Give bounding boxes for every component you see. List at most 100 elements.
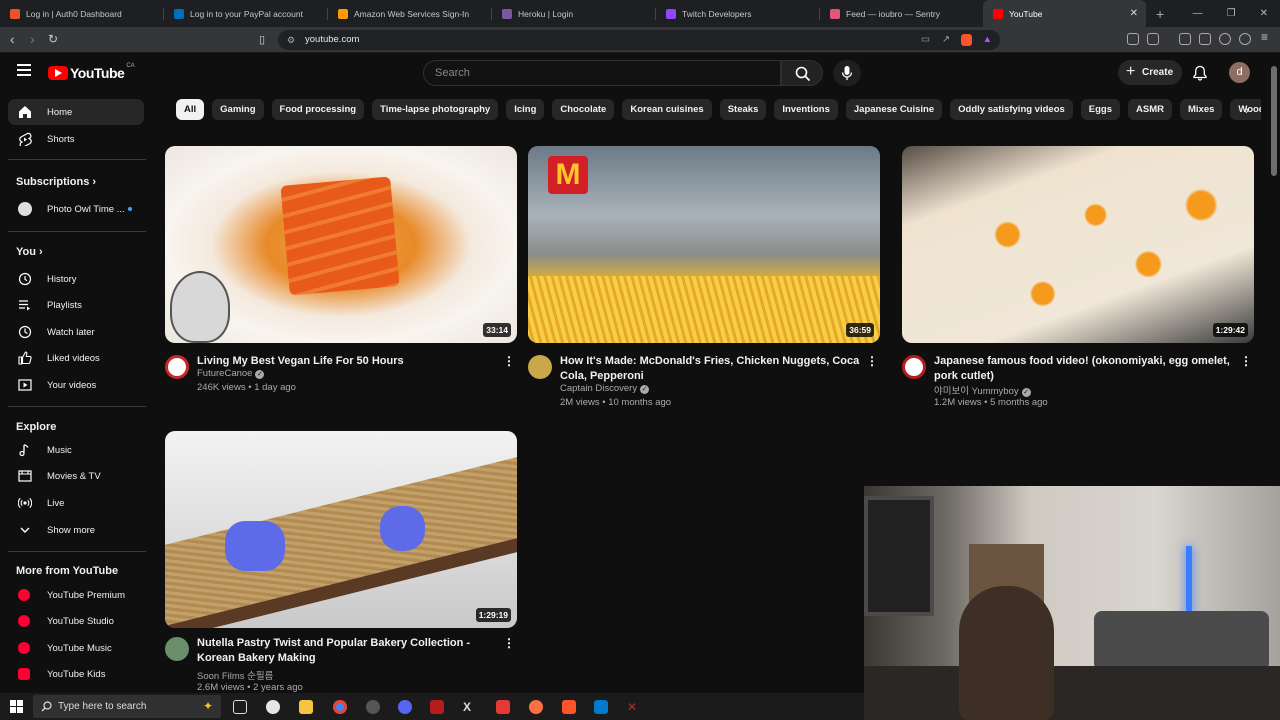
create-button[interactable]: Create bbox=[1118, 59, 1182, 85]
page-scrollbar[interactable] bbox=[1271, 66, 1277, 176]
tab-groups-icon[interactable] bbox=[1147, 33, 1159, 45]
tab-youtube[interactable]: YouTube ✕ bbox=[983, 0, 1146, 27]
sidebar-item-shorts[interactable]: Shorts bbox=[8, 126, 144, 152]
sidebar-item-music[interactable]: Music bbox=[8, 437, 144, 463]
chevron-right-icon[interactable]: › bbox=[1245, 103, 1249, 117]
channel-avatar[interactable] bbox=[528, 355, 552, 379]
chip-steaks[interactable]: Steaks bbox=[719, 99, 767, 120]
account-avatar[interactable]: d bbox=[1229, 62, 1250, 83]
chip-oddly-satisfying[interactable]: Oddly satisfying videos bbox=[950, 99, 1073, 120]
back-icon[interactable]: ‹ bbox=[10, 31, 15, 47]
close-window-icon[interactable]: ✕ bbox=[1260, 8, 1268, 19]
tab-paypal[interactable]: Log in to your PayPal account bbox=[164, 0, 327, 27]
video-title[interactable]: How It's Made: McDonald's Fries, Chicken… bbox=[560, 354, 860, 384]
app-icon[interactable] bbox=[266, 700, 280, 714]
video-title[interactable]: Japanese famous food video! (okonomiyaki… bbox=[934, 354, 1234, 384]
tab-sentry[interactable]: Feed — ioubro — Sentry bbox=[820, 0, 983, 27]
chip-mixes[interactable]: Mixes bbox=[1180, 99, 1223, 120]
video-title[interactable]: Nutella Pastry Twist and Popular Bakery … bbox=[197, 636, 497, 666]
vscode-icon[interactable] bbox=[594, 700, 608, 714]
chip-icing[interactable]: Icing bbox=[506, 99, 545, 120]
you-heading[interactable]: You › bbox=[16, 246, 43, 258]
chip-korean-cuisines[interactable]: Korean cuisines bbox=[622, 99, 712, 120]
app-icon[interactable] bbox=[366, 700, 380, 714]
sidebar-icon[interactable] bbox=[1179, 33, 1191, 45]
url-bar[interactable]: ⚙ youtube.com ▭ ↗ ▲ bbox=[278, 30, 1000, 50]
channel-name[interactable]: Soon Films 순필름 bbox=[197, 668, 273, 682]
chip-inventions[interactable]: Inventions bbox=[774, 99, 838, 120]
chip-asmr[interactable]: ASMR bbox=[1128, 99, 1172, 120]
app-icon[interactable]: X bbox=[463, 700, 477, 714]
sidebar-item-movies[interactable]: Movies & TV bbox=[8, 463, 144, 489]
app-icon[interactable] bbox=[430, 700, 444, 714]
sidebar-item-youtube-studio[interactable]: YouTube Studio bbox=[8, 608, 144, 634]
video-thumbnail[interactable]: 1:29:42 bbox=[902, 146, 1254, 343]
vpn-icon[interactable] bbox=[1239, 33, 1251, 45]
notifications-bell-icon[interactable] bbox=[1193, 65, 1207, 81]
close-tab-icon[interactable]: ✕ bbox=[1130, 8, 1138, 19]
video-card[interactable]: 1:29:19 Nutella Pastry Twist and Popular… bbox=[165, 431, 517, 693]
tab-twitch[interactable]: Twitch Developers bbox=[656, 0, 819, 27]
more-actions-icon[interactable]: ⋮ bbox=[866, 354, 878, 368]
sidebar-item-watch-later[interactable]: Watch later bbox=[8, 319, 144, 345]
sidebar-item-history[interactable]: History bbox=[8, 266, 144, 292]
more-actions-icon[interactable]: ⋮ bbox=[503, 636, 515, 650]
more-actions-icon[interactable]: ⋮ bbox=[1240, 354, 1252, 368]
video-card[interactable]: 1:29:42 Japanese famous food video! (oko… bbox=[902, 146, 1254, 411]
video-card[interactable]: 33:14 Living My Best Vegan Life For 50 H… bbox=[165, 146, 517, 396]
guide-menu-icon[interactable] bbox=[17, 64, 31, 76]
chip-chocolate[interactable]: Chocolate bbox=[552, 99, 615, 120]
channel-name[interactable]: FutureCanoe ✓ bbox=[197, 368, 265, 379]
sidebar-item-home[interactable]: Home bbox=[8, 99, 144, 125]
app-icon[interactable]: ✕ bbox=[627, 700, 641, 714]
tab-heroku[interactable]: Heroku | Login bbox=[492, 0, 655, 27]
leo-ai-icon[interactable] bbox=[1219, 33, 1231, 45]
channel-name[interactable]: 야미보이 Yummyboy ✓ bbox=[934, 383, 1031, 397]
chip-all[interactable]: All bbox=[176, 99, 205, 120]
sidebar-item-youtube-kids[interactable]: YouTube Kids bbox=[8, 661, 144, 687]
tab-aws[interactable]: Amazon Web Services Sign-In bbox=[328, 0, 491, 27]
extensions-icon[interactable] bbox=[1127, 33, 1139, 45]
search-input[interactable]: Search bbox=[423, 60, 781, 86]
sidebar-item-show-more[interactable]: Show more bbox=[8, 517, 144, 543]
video-thumbnail[interactable]: 33:14 bbox=[165, 146, 517, 343]
blender-icon[interactable] bbox=[529, 700, 543, 714]
app-icon[interactable] bbox=[496, 700, 510, 714]
sidebar-item-youtube-music[interactable]: YouTube Music bbox=[8, 635, 144, 661]
search-button[interactable] bbox=[781, 60, 823, 86]
site-info-icon[interactable]: ⚙ bbox=[287, 30, 295, 50]
chrome-icon[interactable] bbox=[333, 700, 347, 714]
channel-avatar[interactable] bbox=[165, 355, 189, 379]
sidebar-item-subscription[interactable]: Photo Owl Time ... bbox=[8, 196, 144, 222]
chip-gaming[interactable]: Gaming bbox=[212, 99, 264, 120]
channel-avatar[interactable] bbox=[902, 355, 926, 379]
task-view-icon[interactable] bbox=[233, 700, 247, 714]
voice-search-button[interactable] bbox=[833, 60, 861, 86]
video-card[interactable]: M 36:59 How It's Made: McDonald's Fries,… bbox=[528, 146, 880, 411]
video-title[interactable]: Living My Best Vegan Life For 50 Hours bbox=[197, 354, 497, 369]
chip-eggs[interactable]: Eggs bbox=[1080, 99, 1121, 120]
brave-icon[interactable] bbox=[562, 700, 576, 714]
tab-auth0[interactable]: Log in | Auth0 Dashboard bbox=[0, 0, 163, 27]
reload-icon[interactable]: ↻ bbox=[48, 32, 58, 46]
sidebar-item-your-videos[interactable]: Your videos bbox=[8, 372, 144, 398]
channel-avatar[interactable] bbox=[165, 637, 189, 661]
chip-food-processing[interactable]: Food processing bbox=[271, 99, 365, 120]
sidebar-item-youtube-premium[interactable]: YouTube Premium bbox=[8, 582, 144, 608]
taskbar-search-input[interactable]: Type here to search ✦ bbox=[33, 695, 221, 718]
forward-icon[interactable]: › bbox=[30, 31, 35, 47]
windows-start-icon[interactable] bbox=[10, 700, 23, 713]
chip-japanese-cuisine[interactable]: Japanese Cuisine bbox=[845, 99, 943, 120]
new-tab-button[interactable]: + bbox=[1156, 6, 1164, 22]
subscriptions-heading[interactable]: Subscriptions › bbox=[16, 176, 96, 188]
share-icon[interactable]: ↗ bbox=[942, 30, 950, 50]
channel-name[interactable]: Captain Discovery ✓ bbox=[560, 383, 650, 394]
video-thumbnail[interactable]: M 36:59 bbox=[528, 146, 880, 343]
brave-shields-icon[interactable] bbox=[961, 34, 972, 46]
bookmark-icon[interactable]: ▯ bbox=[259, 33, 265, 46]
sidebar-item-liked-videos[interactable]: Liked videos bbox=[8, 345, 144, 371]
brave-rewards-icon[interactable]: ▲ bbox=[983, 30, 992, 50]
cast-icon[interactable]: ▭ bbox=[921, 30, 930, 50]
youtube-logo[interactable]: YouTube CA bbox=[48, 63, 135, 81]
browser-menu-icon[interactable]: ≡ bbox=[1261, 30, 1268, 44]
